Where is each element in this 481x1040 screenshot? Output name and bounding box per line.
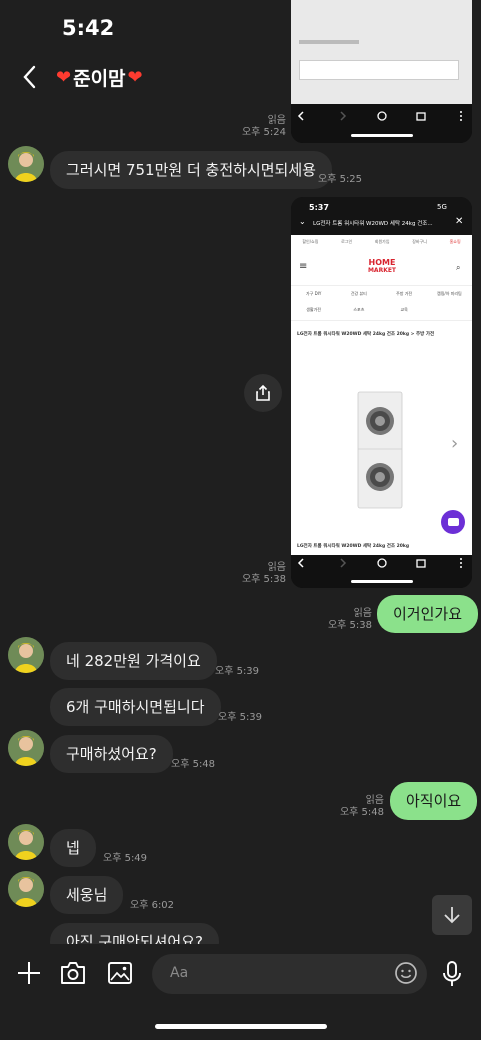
heart-icon: ❤ <box>56 67 72 88</box>
embedded-tab: 로그인 <box>341 239 353 244</box>
message-input[interactable] <box>152 954 427 994</box>
message-bubble: 그러시면 751만원 더 충전하시면되세용 <box>50 151 332 189</box>
embedded-tab: 홈쇼핑 <box>449 239 461 244</box>
message-bubble: 세웅님 <box>50 876 124 914</box>
message-time: 오후 5:24 <box>241 127 286 138</box>
message-bubble-sent: 아직이요 <box>390 782 478 820</box>
microphone-icon[interactable] <box>441 960 463 988</box>
avatar[interactable] <box>8 824 44 860</box>
chat-fab-icon <box>441 510 465 534</box>
avatar[interactable] <box>8 637 44 673</box>
embedded-category-grid: 가구 DIY 건강 뷰티 주방 가전 캠핑/아 미리팀 생활가전 스포츠 교육 <box>291 285 472 321</box>
message-bubble: 네 282만원 가격이요 <box>50 642 217 680</box>
message-time: 오후 6:02 <box>130 900 175 911</box>
chevron-right-icon: › <box>451 433 459 454</box>
status-time: 5:42 <box>62 16 115 40</box>
embedded-search-icon: ⌕ <box>456 263 461 272</box>
avatar[interactable] <box>8 146 44 182</box>
embedded-browser-toolbar <box>291 555 472 588</box>
arrow-down-icon <box>444 907 460 924</box>
embedded-top-tabs: 할인/쇼핑 로그인 회원가입 장바구니 홈쇼핑 <box>291 239 472 245</box>
home-market-logo: HOME MARKET <box>367 258 397 275</box>
message-bubble: 6개 구매하시면됩니다 <box>50 688 221 726</box>
message-input-placeholder: Aa <box>170 965 189 981</box>
washtower-image <box>357 391 403 509</box>
gallery-icon[interactable] <box>107 960 133 986</box>
embedded-tab: 장바구니 <box>412 239 427 244</box>
embedded-menu-icon: ≡ <box>299 261 308 272</box>
message-time: 오후 5:39 <box>215 666 260 677</box>
home-indicator <box>155 1024 327 1029</box>
chat-title-label: 준이맘 <box>73 68 126 90</box>
share-icon <box>256 384 270 401</box>
shared-image-product[interactable]: 5:37 5G ⌄ LG전자 트롬 워시타워 W20WD 세탁 24kg 건조.… <box>291 197 472 588</box>
message-bubble: 구매하셨어요? <box>50 735 173 773</box>
emoji-icon[interactable] <box>394 961 418 985</box>
chevron-down-icon: ⌄ <box>299 217 306 226</box>
chat-title: ❤ 준이맘 ❤ <box>56 64 143 91</box>
avatar[interactable] <box>8 730 44 766</box>
shared-image-top[interactable] <box>291 0 472 143</box>
embedded-page-title: LG전자 트롬 워시타워 W20WD 세탁 24kg 건조... <box>313 221 433 227</box>
embedded-network: 5G <box>437 203 447 211</box>
message-time: 오후 5:25 <box>318 174 363 185</box>
back-icon[interactable] <box>18 64 44 90</box>
close-icon: ✕ <box>455 216 464 227</box>
message-time: 오후 5:48 <box>171 759 216 770</box>
message-time: 오후 5:48 <box>339 807 384 818</box>
embedded-status-time: 5:37 <box>309 203 329 212</box>
message-bubble-sent: 이거인가요 <box>377 595 479 633</box>
message-time: 오후 5:39 <box>218 712 263 723</box>
heart-icon: ❤ <box>127 67 143 88</box>
message-time: 오후 5:38 <box>327 620 372 631</box>
camera-icon[interactable] <box>59 960 87 986</box>
message-time: 오후 5:38 <box>241 574 286 585</box>
scroll-down-button[interactable] <box>432 895 472 935</box>
embedded-product-title: LG전자 트롬 워시타워 W20WD 세탁 24kg 건조 20kg > 주방 … <box>297 332 435 337</box>
plus-icon[interactable] <box>16 960 42 986</box>
embedded-product-caption: LG전자 트롬 워시타워 W20WD 세탁 24kg 건조 20kg <box>297 544 410 549</box>
avatar[interactable] <box>8 871 44 907</box>
embedded-tab: 회원가입 <box>374 239 390 244</box>
message-bubble: 넵 <box>50 829 96 867</box>
embedded-tab: 할인/쇼핑 <box>302 239 319 244</box>
share-button[interactable] <box>244 374 282 412</box>
message-time: 오후 5:49 <box>103 853 148 864</box>
